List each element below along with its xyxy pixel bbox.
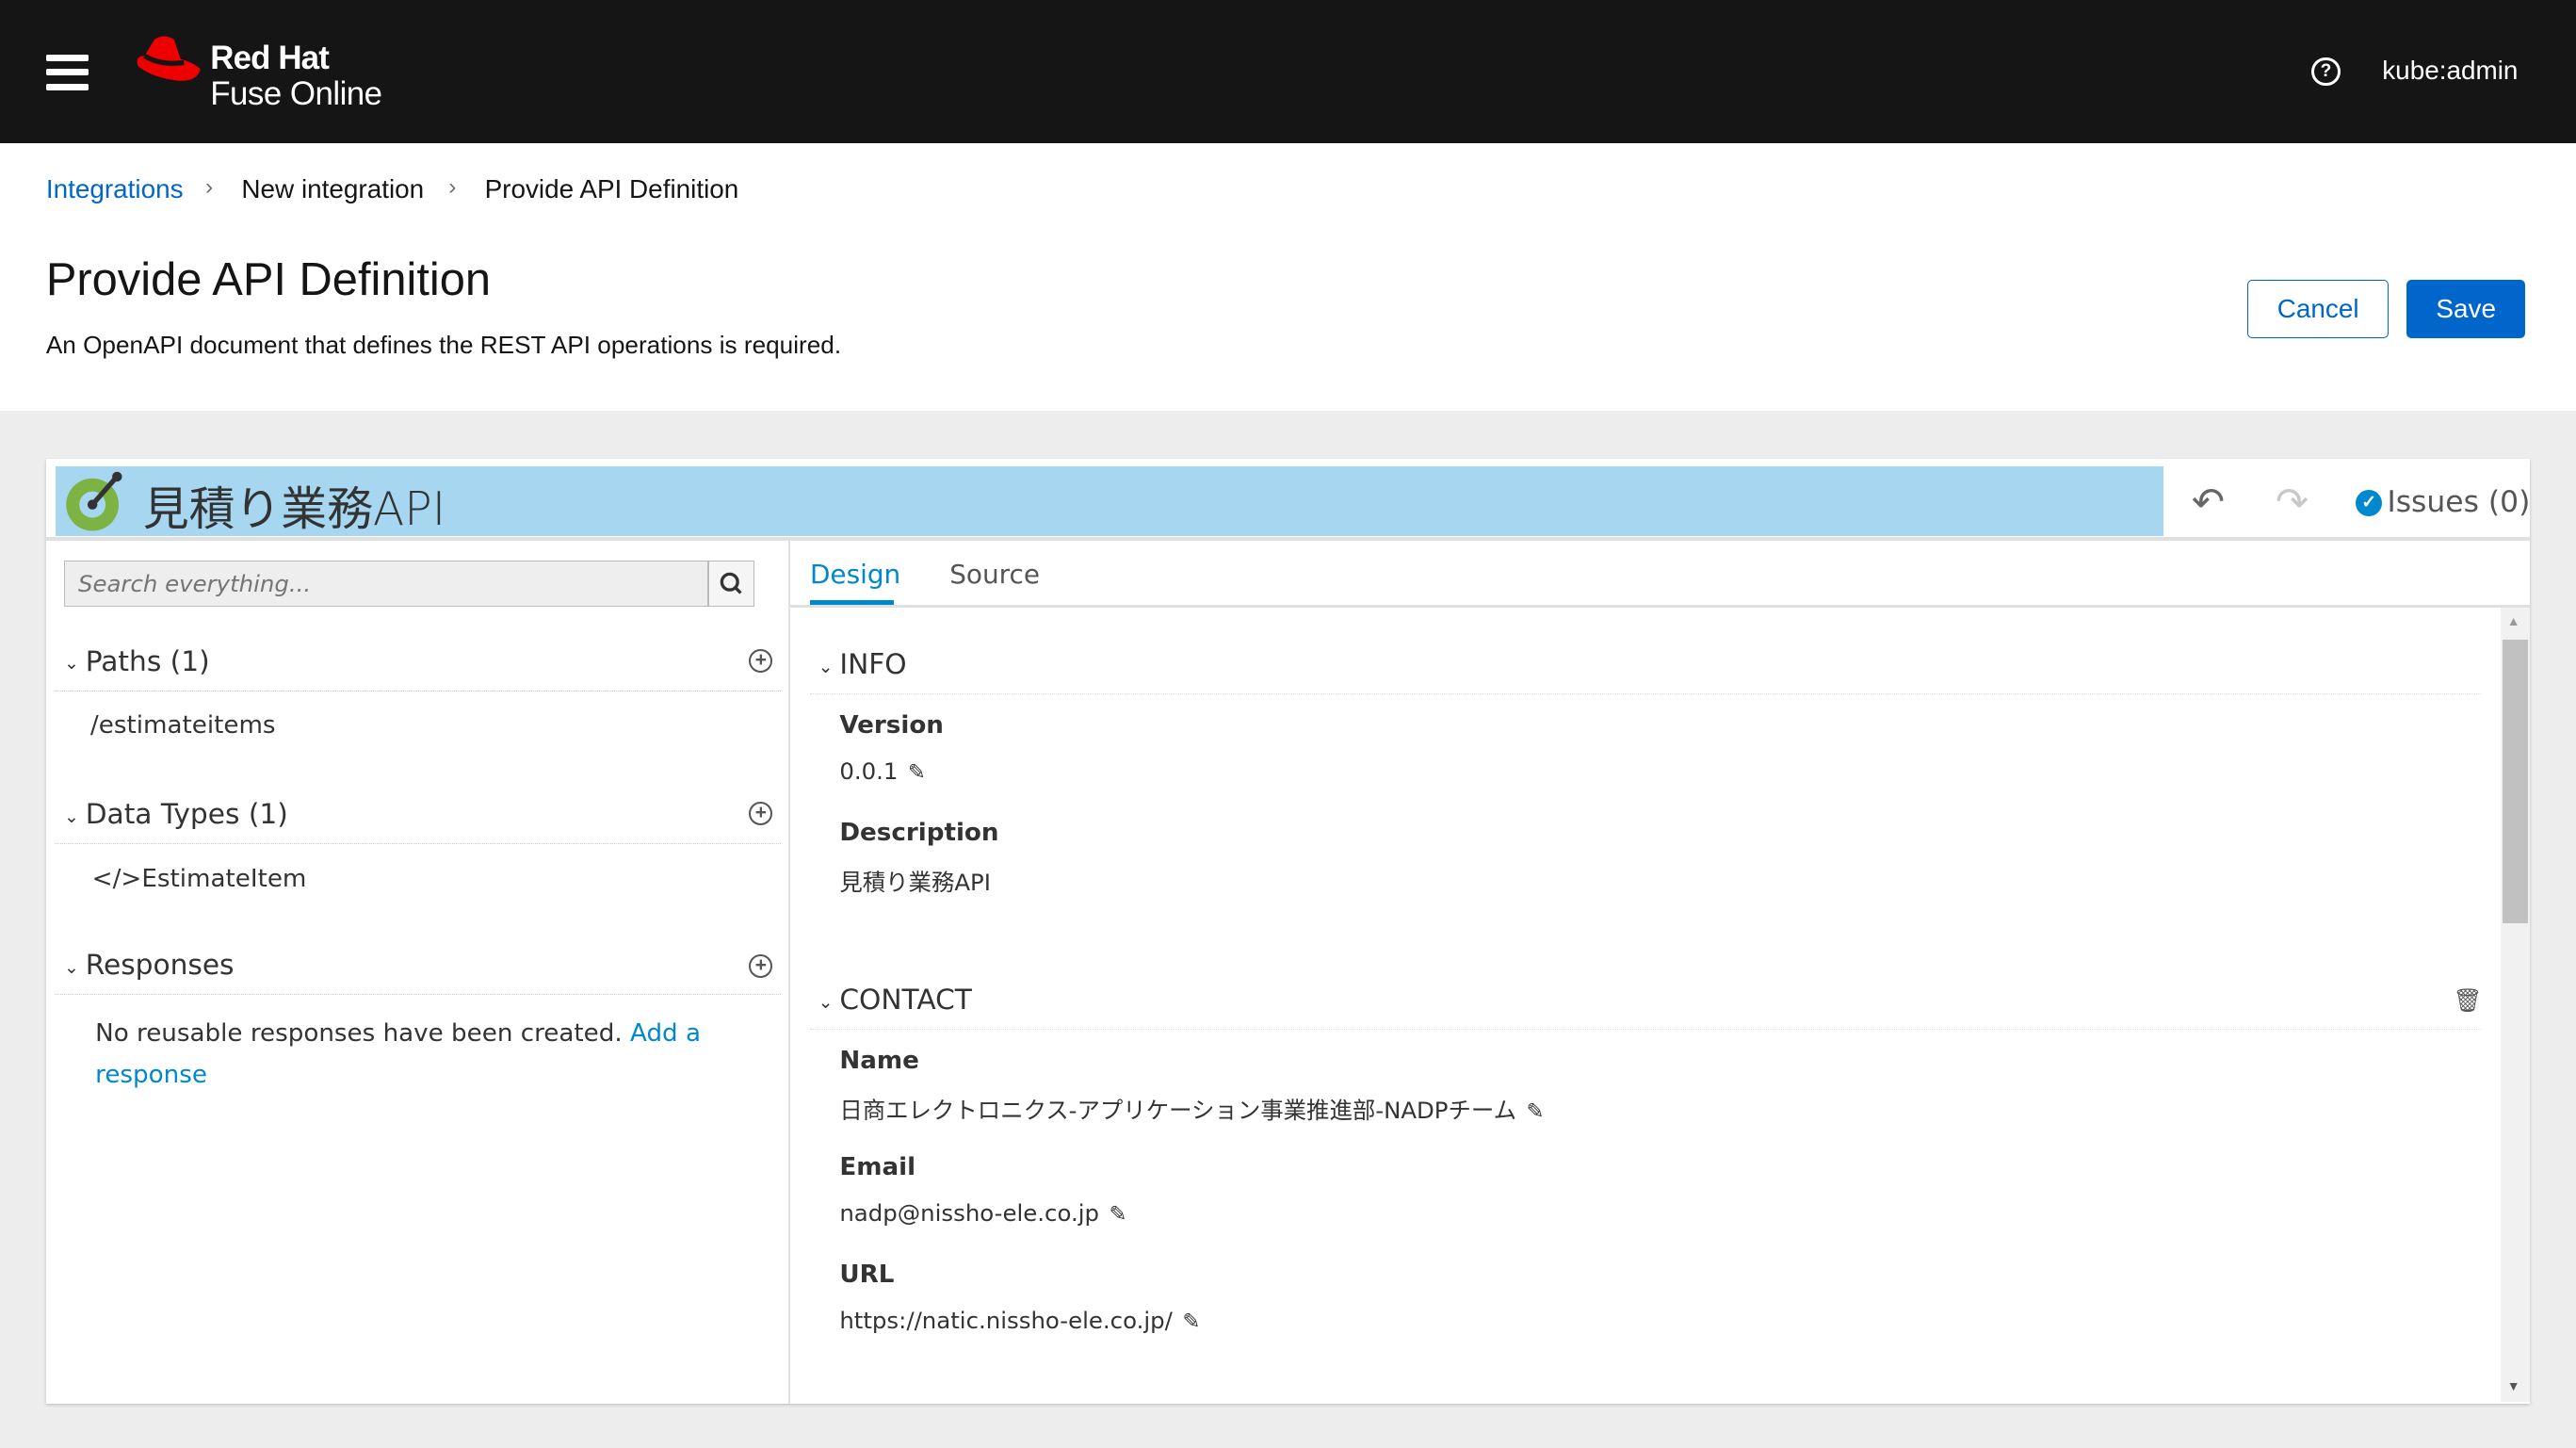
openapi-logo bbox=[65, 471, 122, 531]
chevron-down-icon[interactable]: ⌄ bbox=[64, 956, 79, 979]
pencil-icon[interactable]: ✎ bbox=[1109, 1202, 1126, 1227]
description-label: Description bbox=[839, 818, 999, 847]
scrollbar-thumb[interactable] bbox=[2502, 639, 2529, 924]
chevron-down-icon[interactable]: ⌄ bbox=[818, 991, 834, 1014]
divider bbox=[45, 537, 2531, 541]
name-value[interactable]: 日商エレクトロニクス-アプリケーション事業推進部-NADPチーム ✎ bbox=[839, 1093, 1544, 1126]
menu-icon[interactable] bbox=[45, 54, 89, 99]
url-label: URL bbox=[839, 1260, 895, 1289]
data-type-name: EstimateItem bbox=[141, 864, 307, 893]
page-title: Provide API Definition bbox=[45, 253, 492, 305]
email-label: Email bbox=[839, 1153, 916, 1182]
user-menu[interactable]: kube:admin bbox=[2382, 56, 2518, 86]
scroll-up-icon[interactable]: ▲ bbox=[2507, 613, 2520, 628]
brand-name: Red Hat bbox=[210, 39, 330, 76]
path-item[interactable]: /estimateitems bbox=[90, 711, 276, 740]
scroll-down-icon[interactable]: ▼ bbox=[2507, 1378, 2520, 1393]
save-button[interactable]: Save bbox=[2406, 279, 2525, 339]
search-button[interactable] bbox=[707, 560, 754, 607]
email-value[interactable]: nadp@nissho-ele.co.jp ✎ bbox=[839, 1199, 1126, 1227]
divider bbox=[54, 994, 781, 995]
undo-icon[interactable]: ↶ bbox=[2192, 479, 2225, 525]
pencil-icon[interactable]: ✎ bbox=[1526, 1099, 1544, 1124]
chevron-down-icon[interactable]: ⌄ bbox=[818, 656, 834, 678]
data-type-item[interactable]: </>EstimateItem bbox=[92, 865, 307, 893]
chevron-right-icon: › bbox=[448, 173, 457, 200]
breadcrumb-integrations[interactable]: Integrations bbox=[46, 174, 184, 204]
pencil-icon[interactable]: ✎ bbox=[1182, 1310, 1200, 1334]
version-text: 0.0.1 bbox=[839, 757, 899, 786]
trash-icon[interactable]: 🗑 bbox=[2453, 986, 2482, 1015]
pencil-icon[interactable]: ✎ bbox=[908, 760, 926, 785]
divider bbox=[788, 539, 790, 1404]
info-section-title[interactable]: INFO bbox=[839, 647, 906, 680]
chevron-right-icon: › bbox=[205, 173, 214, 200]
tab-source[interactable]: Source bbox=[949, 559, 1040, 590]
code-icon: </> bbox=[91, 864, 142, 893]
page-subtitle: An OpenAPI document that defines the RES… bbox=[45, 330, 842, 359]
breadcrumb-new-integration: New integration bbox=[241, 173, 425, 203]
cancel-button[interactable]: Cancel bbox=[2247, 279, 2390, 339]
responses-empty-text: No reusable responses have been created.… bbox=[95, 1014, 703, 1096]
breadcrumb-current: Provide API Definition bbox=[484, 173, 739, 203]
description-value[interactable]: 見積り業務API bbox=[839, 865, 991, 898]
help-icon[interactable]: ? bbox=[2311, 57, 2341, 87]
api-title[interactable]: 見積り業務API bbox=[143, 472, 446, 539]
divider bbox=[809, 1028, 2481, 1030]
url-text: https://natic.nissho-ele.co.jp/ bbox=[839, 1306, 1173, 1334]
version-label: Version bbox=[839, 711, 944, 740]
masthead bbox=[0, 0, 2576, 143]
email-text: nadp@nissho-ele.co.jp bbox=[839, 1199, 1100, 1228]
chevron-down-icon[interactable]: ⌄ bbox=[64, 805, 79, 828]
search-input[interactable] bbox=[64, 560, 708, 607]
data-types-section-title[interactable]: Data Types (1) bbox=[86, 797, 288, 830]
issues-button[interactable]: Issues (0) bbox=[2387, 485, 2530, 519]
name-text: 日商エレクトロニクス-アプリケーション事業推進部-NADPチーム bbox=[839, 1096, 1517, 1124]
contact-section-title[interactable]: CONTACT bbox=[839, 983, 972, 1016]
divider bbox=[790, 604, 2531, 609]
divider bbox=[809, 693, 2481, 694]
paths-section-title[interactable]: Paths (1) bbox=[86, 644, 210, 677]
chevron-down-icon[interactable]: ⌄ bbox=[64, 652, 79, 675]
empty-text: No reusable responses have been created. bbox=[95, 1019, 623, 1049]
divider bbox=[54, 842, 781, 844]
url-value[interactable]: https://natic.nissho-ele.co.jp/ ✎ bbox=[839, 1307, 1200, 1334]
name-label: Name bbox=[839, 1047, 919, 1076]
redhat-logo bbox=[137, 36, 201, 81]
product-name: Fuse Online bbox=[210, 75, 382, 113]
app: Red Hat Fuse Online ? kube:admin Integra… bbox=[0, 0, 2576, 1448]
tab-design[interactable]: Design bbox=[810, 559, 900, 590]
responses-section-title[interactable]: Responses bbox=[86, 948, 235, 981]
check-circle-icon: ✓ bbox=[2356, 489, 2383, 516]
redo-icon: ↷ bbox=[2275, 479, 2309, 524]
version-value[interactable]: 0.0.1 ✎ bbox=[839, 757, 926, 785]
